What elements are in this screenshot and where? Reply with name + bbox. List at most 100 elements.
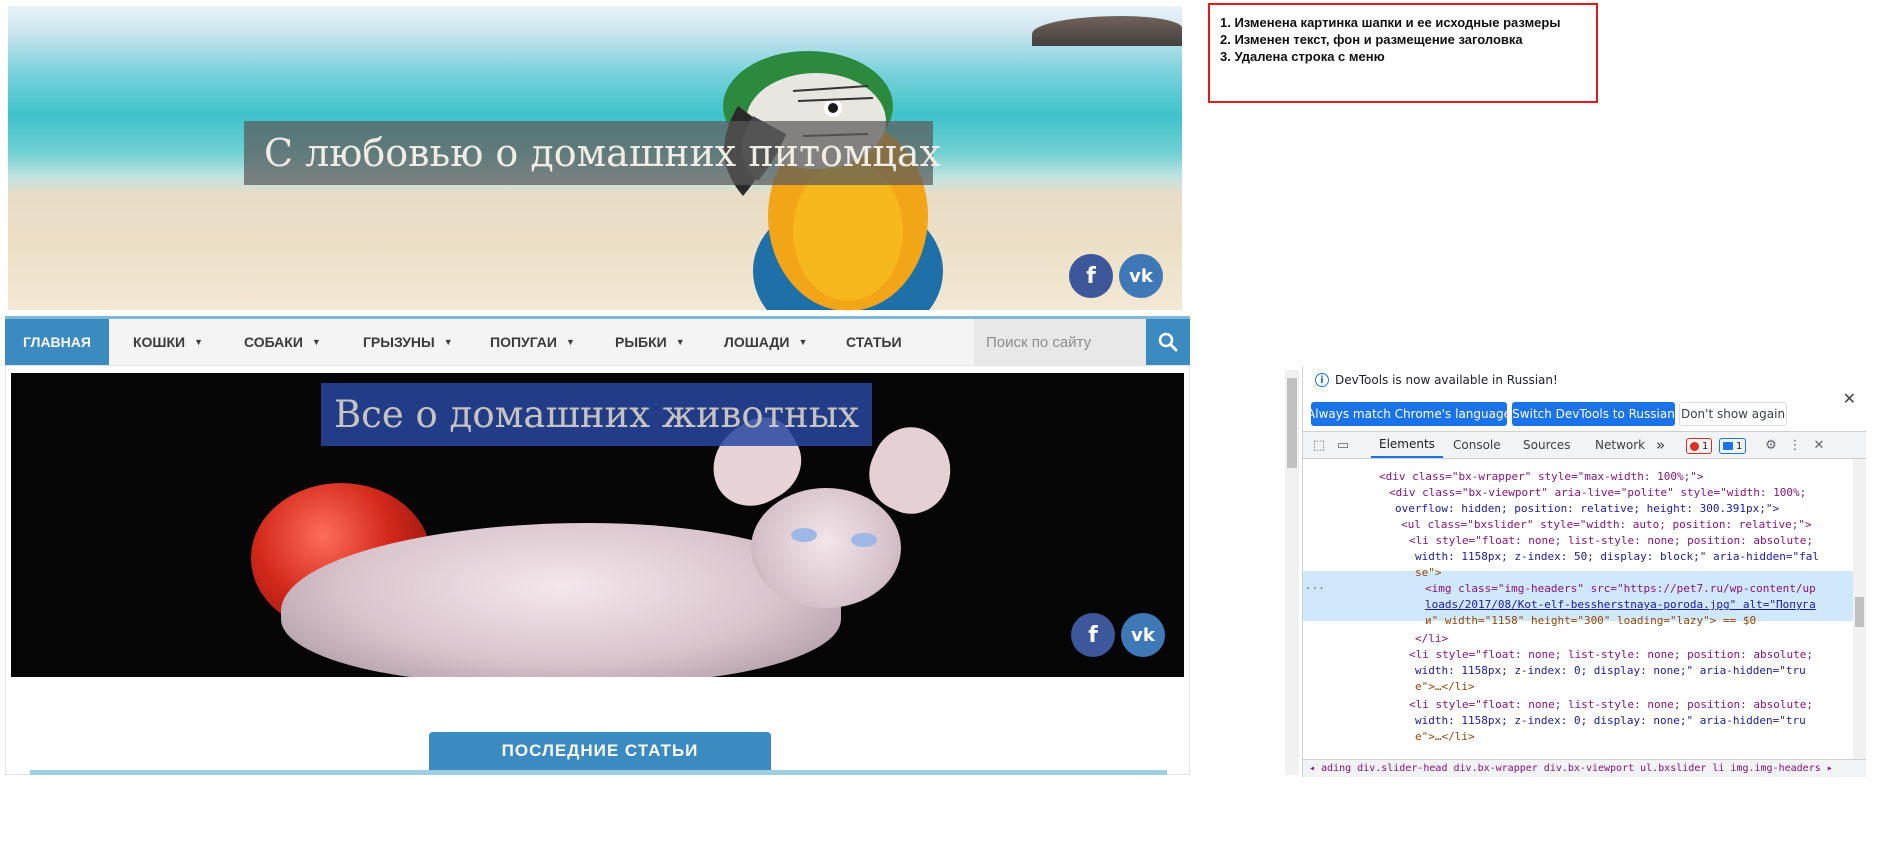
dom-line[interactable]: <li style="float: none; list-style: none… [1409,647,1813,664]
tab-network[interactable]: Network [1595,432,1645,458]
cat-eye [851,533,877,547]
note-line: 3. Удалена строка с меню [1220,49,1385,64]
dom-line-text: <div class="bx-viewport" aria-live="poli… [1389,486,1807,499]
settings-gear-icon[interactable]: ⚙ [1763,437,1779,453]
tab-sources[interactable]: Sources [1523,432,1570,458]
dom-line-text: width: 1158px; z-index: 50; display: blo… [1415,550,1819,563]
search-icon [1158,332,1178,352]
caret-down-icon: ▼ [443,337,453,347]
button-label: Switch DevTools to Russian [1512,407,1675,421]
close-icon[interactable]: ✕ [1843,389,1856,408]
nav-item-home[interactable]: ГЛАВНАЯ [5,319,109,365]
message-count: 1 [1736,440,1743,452]
vk-icon[interactable]: vk [1121,613,1165,657]
dom-line: e">…</li> [1415,679,1475,696]
nav-item-fish[interactable]: РЫБКИ ▼ [615,319,685,365]
more-tabs-icon[interactable]: » [1656,432,1665,458]
dom-line: width: 1158px; z-index: 0; display: none… [1415,663,1806,680]
note-line: 1. Изменена картинка шапки и ее исходные… [1220,15,1561,30]
dom-line[interactable]: <li style="float: none; list-style: none… [1409,533,1813,550]
nav-label: СТАТЬИ [846,334,902,350]
dom-line-text: </li> [1415,632,1449,645]
dom-line[interactable]: <div class="bx-wrapper" style="max-width… [1379,469,1704,486]
dom-line[interactable]: <li style="float: none; list-style: none… [1409,697,1813,714]
switch-russian-button[interactable]: Switch DevTools to Russian [1512,402,1675,426]
nav-item-horses[interactable]: ЛОШАДИ ▼ [724,319,807,365]
dom-line: и" width="1158" height="300" loading="la… [1425,613,1756,630]
dom-line-text: e">…</li> [1415,730,1475,743]
inspect-element-icon[interactable]: ⬚ [1311,437,1327,453]
dom-line: width: 1158px; z-index: 0; display: none… [1415,713,1806,730]
facebook-glyph: f [1086,263,1096,289]
nav-label: СОБАКИ [244,334,303,350]
caret-down-icon: ▼ [565,337,575,347]
dom-line[interactable]: </li> [1415,631,1448,648]
ellipsis-icon[interactable]: ··· [1305,581,1325,598]
error-badge[interactable]: 1 [1686,438,1713,454]
dom-line-text: e">…</li> [1415,680,1475,693]
dom-line-text: и" width="1158" height="300" loading="la… [1425,614,1757,627]
error-icon [1690,441,1699,451]
nav-item-dogs[interactable]: СОБАКИ ▼ [244,319,321,365]
match-language-button[interactable]: Always match Chrome's language [1307,402,1511,426]
nav-item-rodents[interactable]: ГРЫЗУНЫ ▼ [363,319,453,365]
search-box [974,319,1146,365]
close-devtools-icon[interactable]: ✕ [1811,437,1827,453]
dom-tree-scrollbar-thumb[interactable] [1855,597,1864,627]
nav-item-parrots[interactable]: ПОПУГАИ ▼ [490,319,575,365]
more-options-icon[interactable]: ⋮ [1787,437,1803,453]
dom-line-text: loads/2017/08/Kot-elf-bessherstnaya-poro… [1425,598,1816,611]
dom-line-text: <img class="img-headers" src="https://pe… [1425,582,1816,595]
section-title: ПОСЛЕДНИЕ СТАТЬИ [501,741,699,760]
button-label: Don't show again [1680,407,1786,421]
nav-item-cats[interactable]: КОШКИ ▼ [133,319,203,365]
dom-tree: <div class="bx-wrapper" style="max-width… [1303,459,1853,759]
dom-line[interactable]: <div class="bx-viewport" aria-live="poli… [1389,485,1806,502]
site-title: С любовью о домашних питомцах [264,131,941,175]
nav-item-articles[interactable]: СТАТЬИ [846,319,902,365]
tab-label: Network [1595,438,1646,452]
search-button[interactable] [1146,319,1190,365]
page-scrollbar-thumb[interactable] [1287,378,1297,468]
facebook-icon[interactable]: f [1069,254,1113,298]
section-header: ПОСЛЕДНИЕ СТАТЬИ [429,732,771,770]
dom-line-selected[interactable]: <img class="img-headers" src="https://pe… [1425,581,1816,598]
dom-line-text: width: 1158px; z-index: 0; display: none… [1415,664,1806,677]
search-input[interactable] [974,319,1146,365]
slider-title: Все о домашних животных [333,393,860,436]
caret-down-icon: ▼ [311,337,321,347]
nav-label: КОШКИ [133,334,186,350]
nav-label: ЛОШАДИ [724,334,790,350]
site-title-box: С любовью о домашних питомцах [244,121,941,185]
nav-label: ГЛАВНАЯ [23,334,91,350]
nav-label: ПОПУГАИ [490,334,557,350]
info-icon: i [1315,373,1329,387]
dom-line[interactable]: <ul class="bxslider" style="width: auto;… [1401,517,1812,534]
button-label: Always match Chrome's language [1307,407,1511,421]
vk-icon[interactable]: vk [1119,254,1163,298]
infobar-text: DevTools is now available in Russian! [1335,373,1558,387]
device-toolbar-icon[interactable]: ▭ [1335,437,1351,453]
dom-line-text: <ul class="bxslider" style="width: auto;… [1401,518,1812,531]
devtools-tabbar: ⬚ ▭ Elements Console Sources Network » 1… [1303,431,1866,459]
caret-down-icon: ▼ [194,337,204,347]
cat-head-shape [751,488,901,608]
vk-glyph: vk [1131,624,1155,646]
dom-line-text: width: 1158px; z-index: 0; display: none… [1415,714,1806,727]
dom-line: overflow: hidden; position: relative; he… [1395,501,1779,518]
more-tabs-glyph: » [1656,436,1666,454]
dont-show-button[interactable]: Don't show again [1679,402,1787,426]
message-icon [1723,442,1733,450]
main-nav: ГЛАВНАЯ КОШКИ ▼ СОБАКИ ▼ ГРЫЗУНЫ ▼ ПОПУГАИ ▼… [5,316,1190,365]
tab-elements[interactable]: Elements [1371,432,1443,458]
vk-glyph: vk [1129,265,1153,287]
facebook-icon[interactable]: f [1071,613,1115,657]
message-badge[interactable]: 1 [1719,438,1747,454]
facebook-glyph: f [1088,622,1098,648]
dom-line: loads/2017/08/Kot-elf-bessherstnaya-poro… [1425,597,1816,614]
caret-down-icon: ▼ [675,337,685,347]
dom-line: width: 1158px; z-index: 50; display: blo… [1415,549,1819,566]
tab-console[interactable]: Console [1453,432,1501,458]
breadcrumb[interactable]: ◂ ading div.slider-head div.bx-wrapper d… [1303,759,1866,777]
cat-eye [791,528,817,542]
